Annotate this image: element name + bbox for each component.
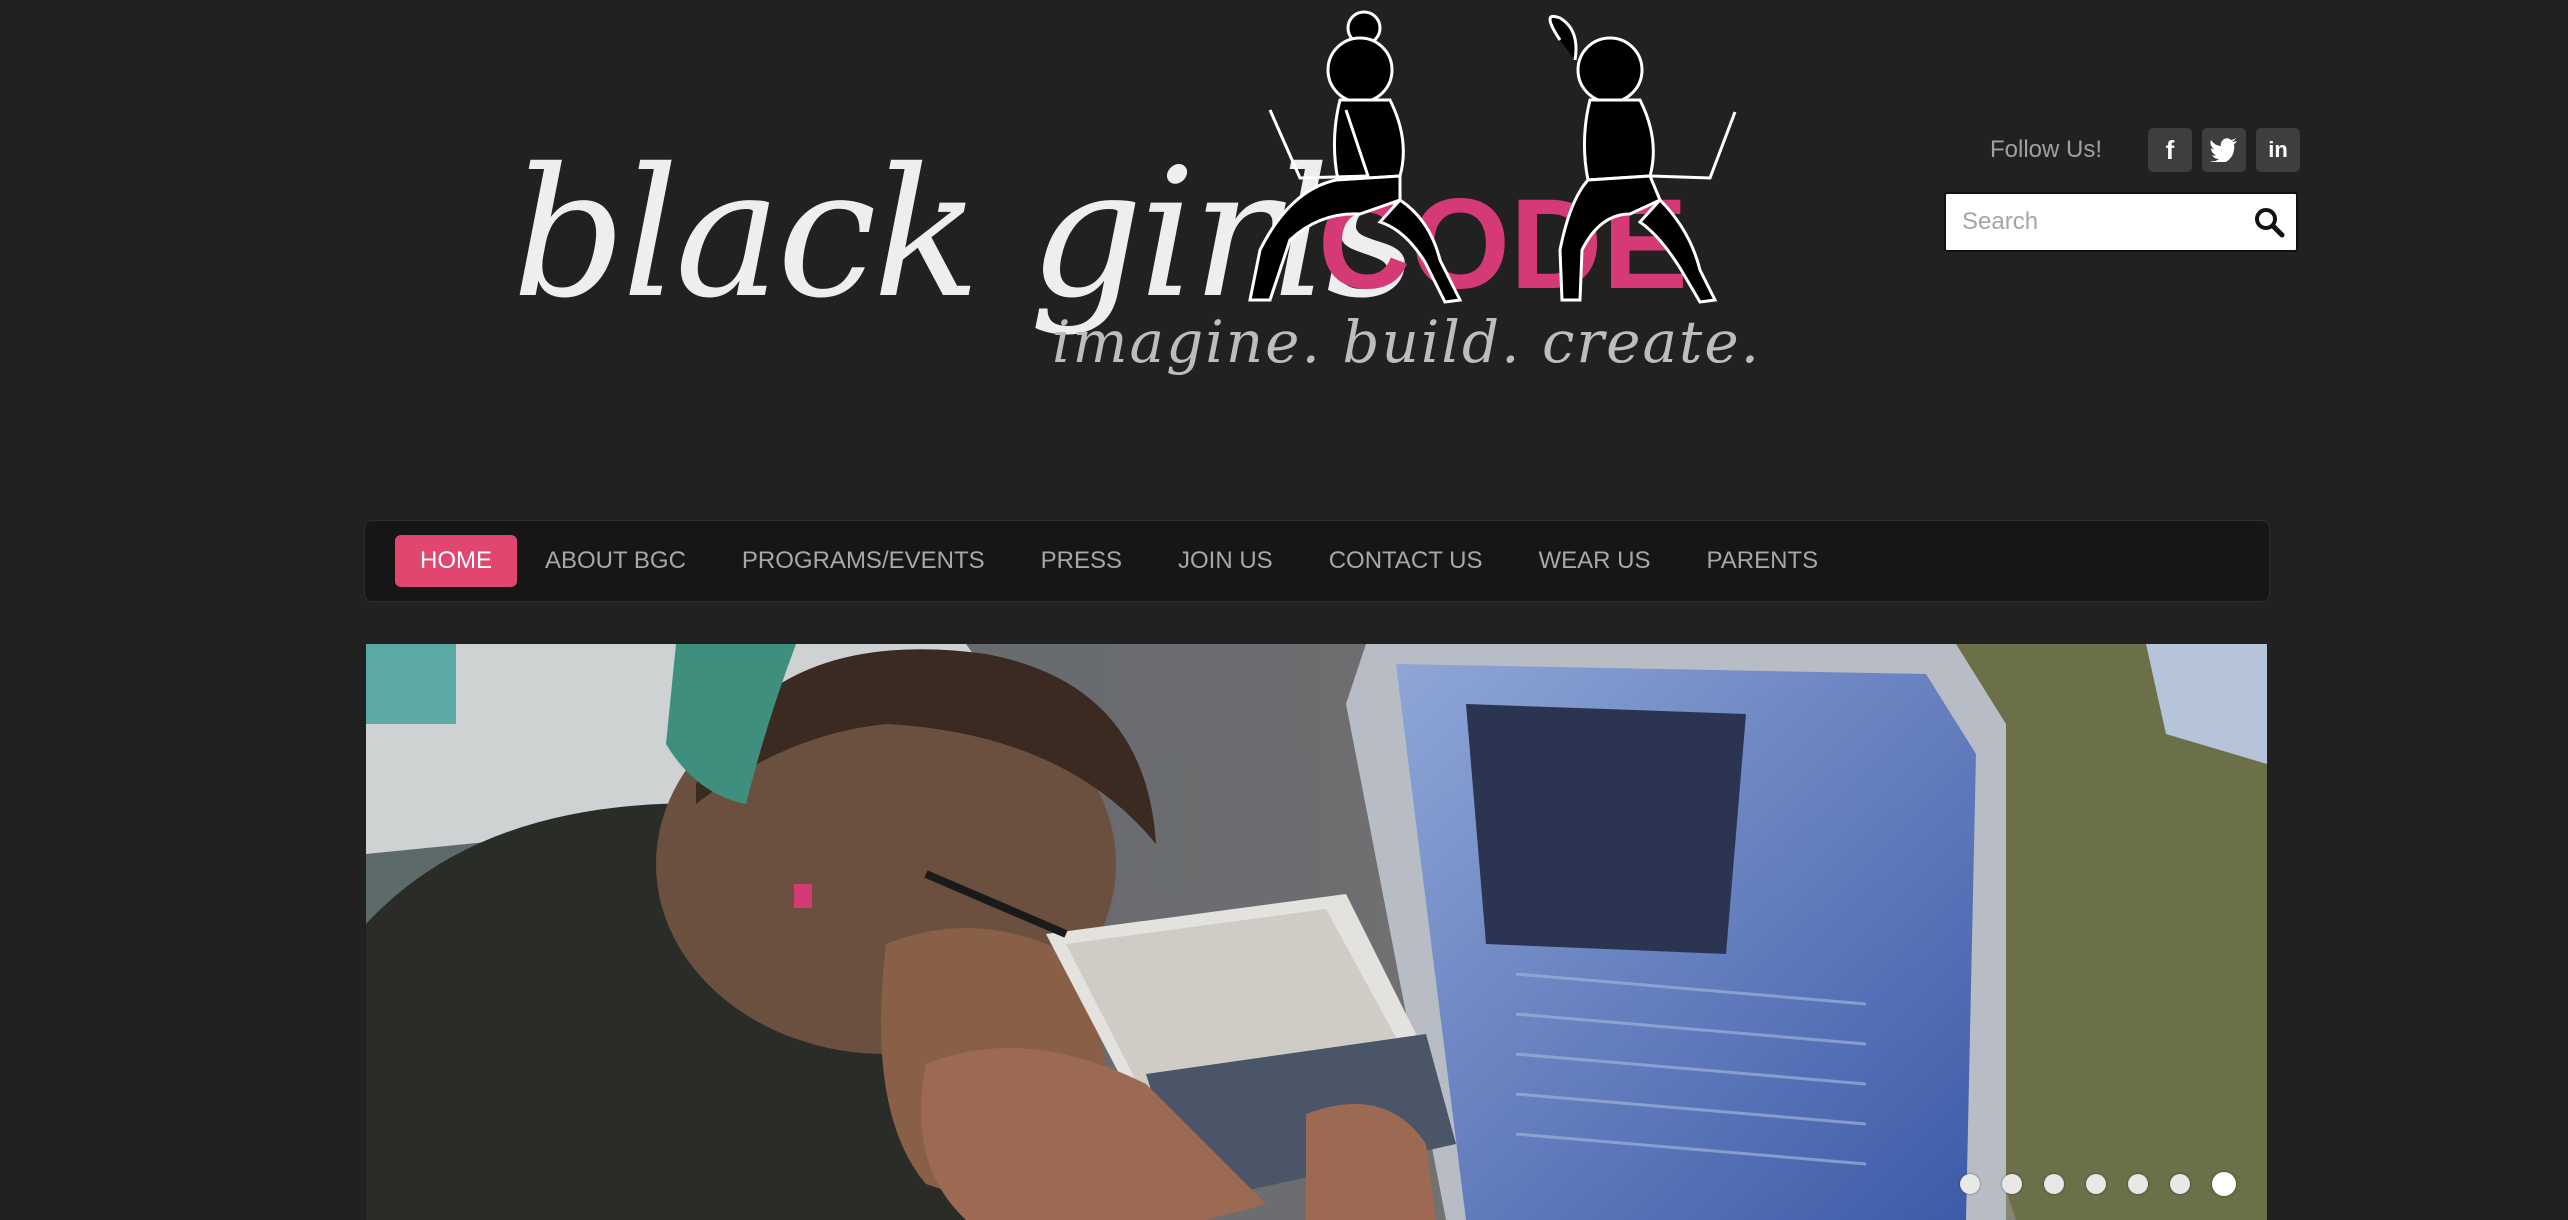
main-nav: HOME ABOUT BGC PROGRAMS/EVENTS PRESS JOI… xyxy=(364,520,2270,602)
search-box xyxy=(1944,192,2298,252)
nav-item-home[interactable]: HOME xyxy=(395,535,517,587)
slider-dot-active[interactable] xyxy=(2212,1172,2236,1196)
slider-dot[interactable] xyxy=(2044,1174,2064,1194)
facebook-button[interactable]: f xyxy=(2148,128,2192,172)
nav-item-contact-us[interactable]: CONTACT US xyxy=(1301,535,1511,587)
site-logo[interactable]: black girls CODE imagine. build. create. xyxy=(500,0,1760,400)
hero-image xyxy=(366,644,2267,1220)
twitter-icon xyxy=(2210,138,2237,162)
slider-dot[interactable] xyxy=(2002,1174,2022,1194)
logo-tagline: imagine. build. create. xyxy=(1052,308,1760,376)
nav-item-press[interactable]: PRESS xyxy=(1013,535,1150,587)
slider-pagination xyxy=(1960,1172,2258,1196)
hero-slider[interactable] xyxy=(366,644,2267,1220)
slider-dot[interactable] xyxy=(2170,1174,2190,1194)
slider-dot[interactable] xyxy=(1960,1174,1980,1194)
search-input[interactable] xyxy=(1946,194,2236,250)
nav-item-join-us[interactable]: JOIN US xyxy=(1150,535,1301,587)
follow-us-label: Follow Us! xyxy=(1990,136,2103,163)
nav-item-parents[interactable]: PARENTS xyxy=(1679,535,1847,587)
linkedin-button[interactable]: in xyxy=(2256,128,2300,172)
search-icon xyxy=(2255,208,2285,238)
twitter-button[interactable] xyxy=(2202,128,2246,172)
nav-item-programs-events[interactable]: PROGRAMS/EVENTS xyxy=(714,535,1013,587)
facebook-icon: f xyxy=(2165,134,2175,165)
page: black girls CODE imagine. build. create. xyxy=(0,0,2568,1220)
search-button[interactable] xyxy=(2252,205,2286,239)
nav-item-about-bgc[interactable]: ABOUT BGC xyxy=(517,535,714,587)
slider-dot[interactable] xyxy=(2128,1174,2148,1194)
linkedin-icon: in xyxy=(2268,137,2288,162)
nav-item-wear-us[interactable]: WEAR US xyxy=(1511,535,1679,587)
slider-dot[interactable] xyxy=(2086,1174,2106,1194)
